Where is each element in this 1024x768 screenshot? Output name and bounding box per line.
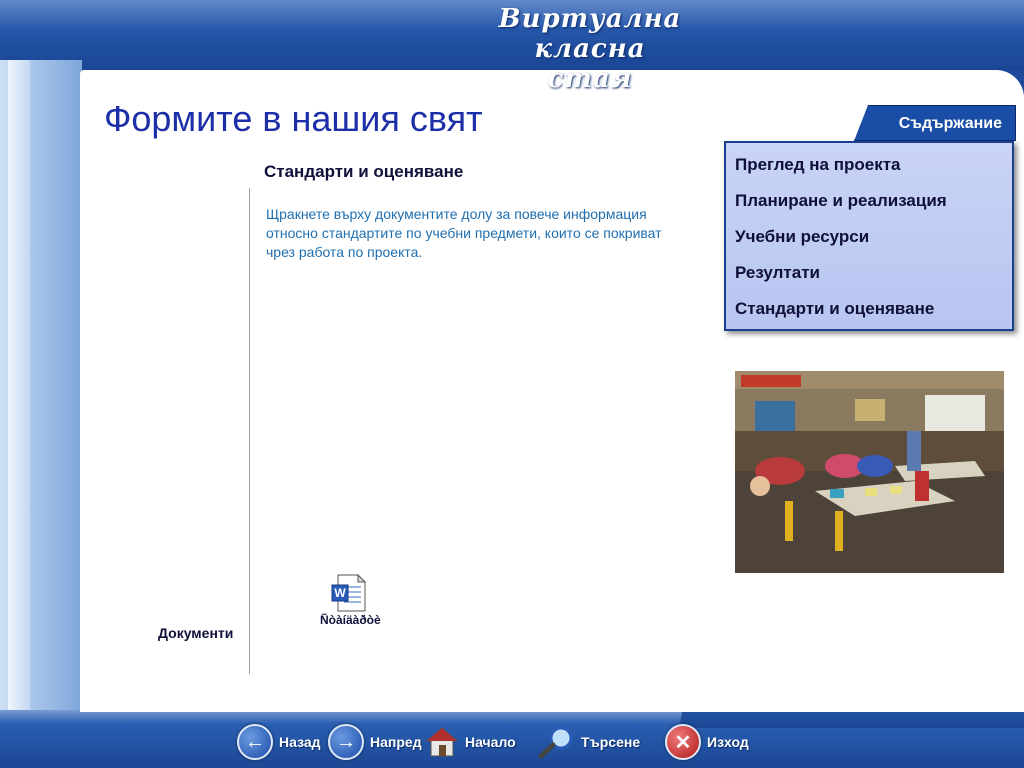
- close-icon: ✕: [665, 724, 701, 760]
- forward-button[interactable]: → Напред: [328, 722, 422, 762]
- search-button[interactable]: Търсене: [537, 722, 640, 762]
- toc-item-standards[interactable]: Стандарти и оценяване: [735, 299, 934, 319]
- toc-tab: Съдържание: [854, 105, 1016, 141]
- content-corner: [930, 70, 1024, 98]
- left-frame: [0, 60, 82, 720]
- toc-item-resources[interactable]: Учебни ресурси: [735, 227, 869, 247]
- toc-item-planning[interactable]: Планиране и реализация: [735, 191, 947, 211]
- home-icon: [425, 725, 459, 759]
- home-label: Начало: [465, 734, 516, 750]
- forward-arrow-icon: →: [328, 724, 364, 760]
- svg-text:W: W: [334, 586, 346, 600]
- app-title-line1: Виртуална класна: [498, 4, 682, 64]
- word-document-icon[interactable]: W: [330, 573, 368, 613]
- search-icon: [537, 725, 575, 759]
- exit-button[interactable]: ✕ Изход: [665, 722, 749, 762]
- intro-text: Щракнете върху документите долу за повеч…: [266, 206, 662, 260]
- classroom-photo: [735, 371, 1004, 573]
- vertical-divider: [249, 188, 250, 674]
- page-title: Формите в нашия свят: [104, 98, 483, 139]
- back-label: Назад: [279, 734, 321, 750]
- document-file-label[interactable]: Ñòàíäàðòè: [320, 613, 381, 627]
- exit-label: Изход: [707, 734, 749, 750]
- home-button[interactable]: Начало: [425, 722, 516, 762]
- back-arrow-icon: ←: [237, 724, 273, 760]
- documents-label: Документи: [158, 625, 234, 641]
- app-title-line2: стая: [547, 64, 633, 94]
- forward-label: Напред: [370, 734, 422, 750]
- toc-item-results[interactable]: Резултати: [735, 263, 820, 283]
- toc-tab-label: Съдържание: [898, 115, 1002, 132]
- toc-panel: Преглед на проекта Планиране и реализаци…: [724, 141, 1014, 331]
- section-heading: Стандарти и оценяване: [264, 162, 464, 181]
- back-button[interactable]: ← Назад: [237, 722, 321, 762]
- toc-item-overview[interactable]: Преглед на проекта: [735, 155, 900, 175]
- search-label: Търсене: [581, 734, 641, 750]
- app-title: Виртуална класна стая: [440, 4, 740, 94]
